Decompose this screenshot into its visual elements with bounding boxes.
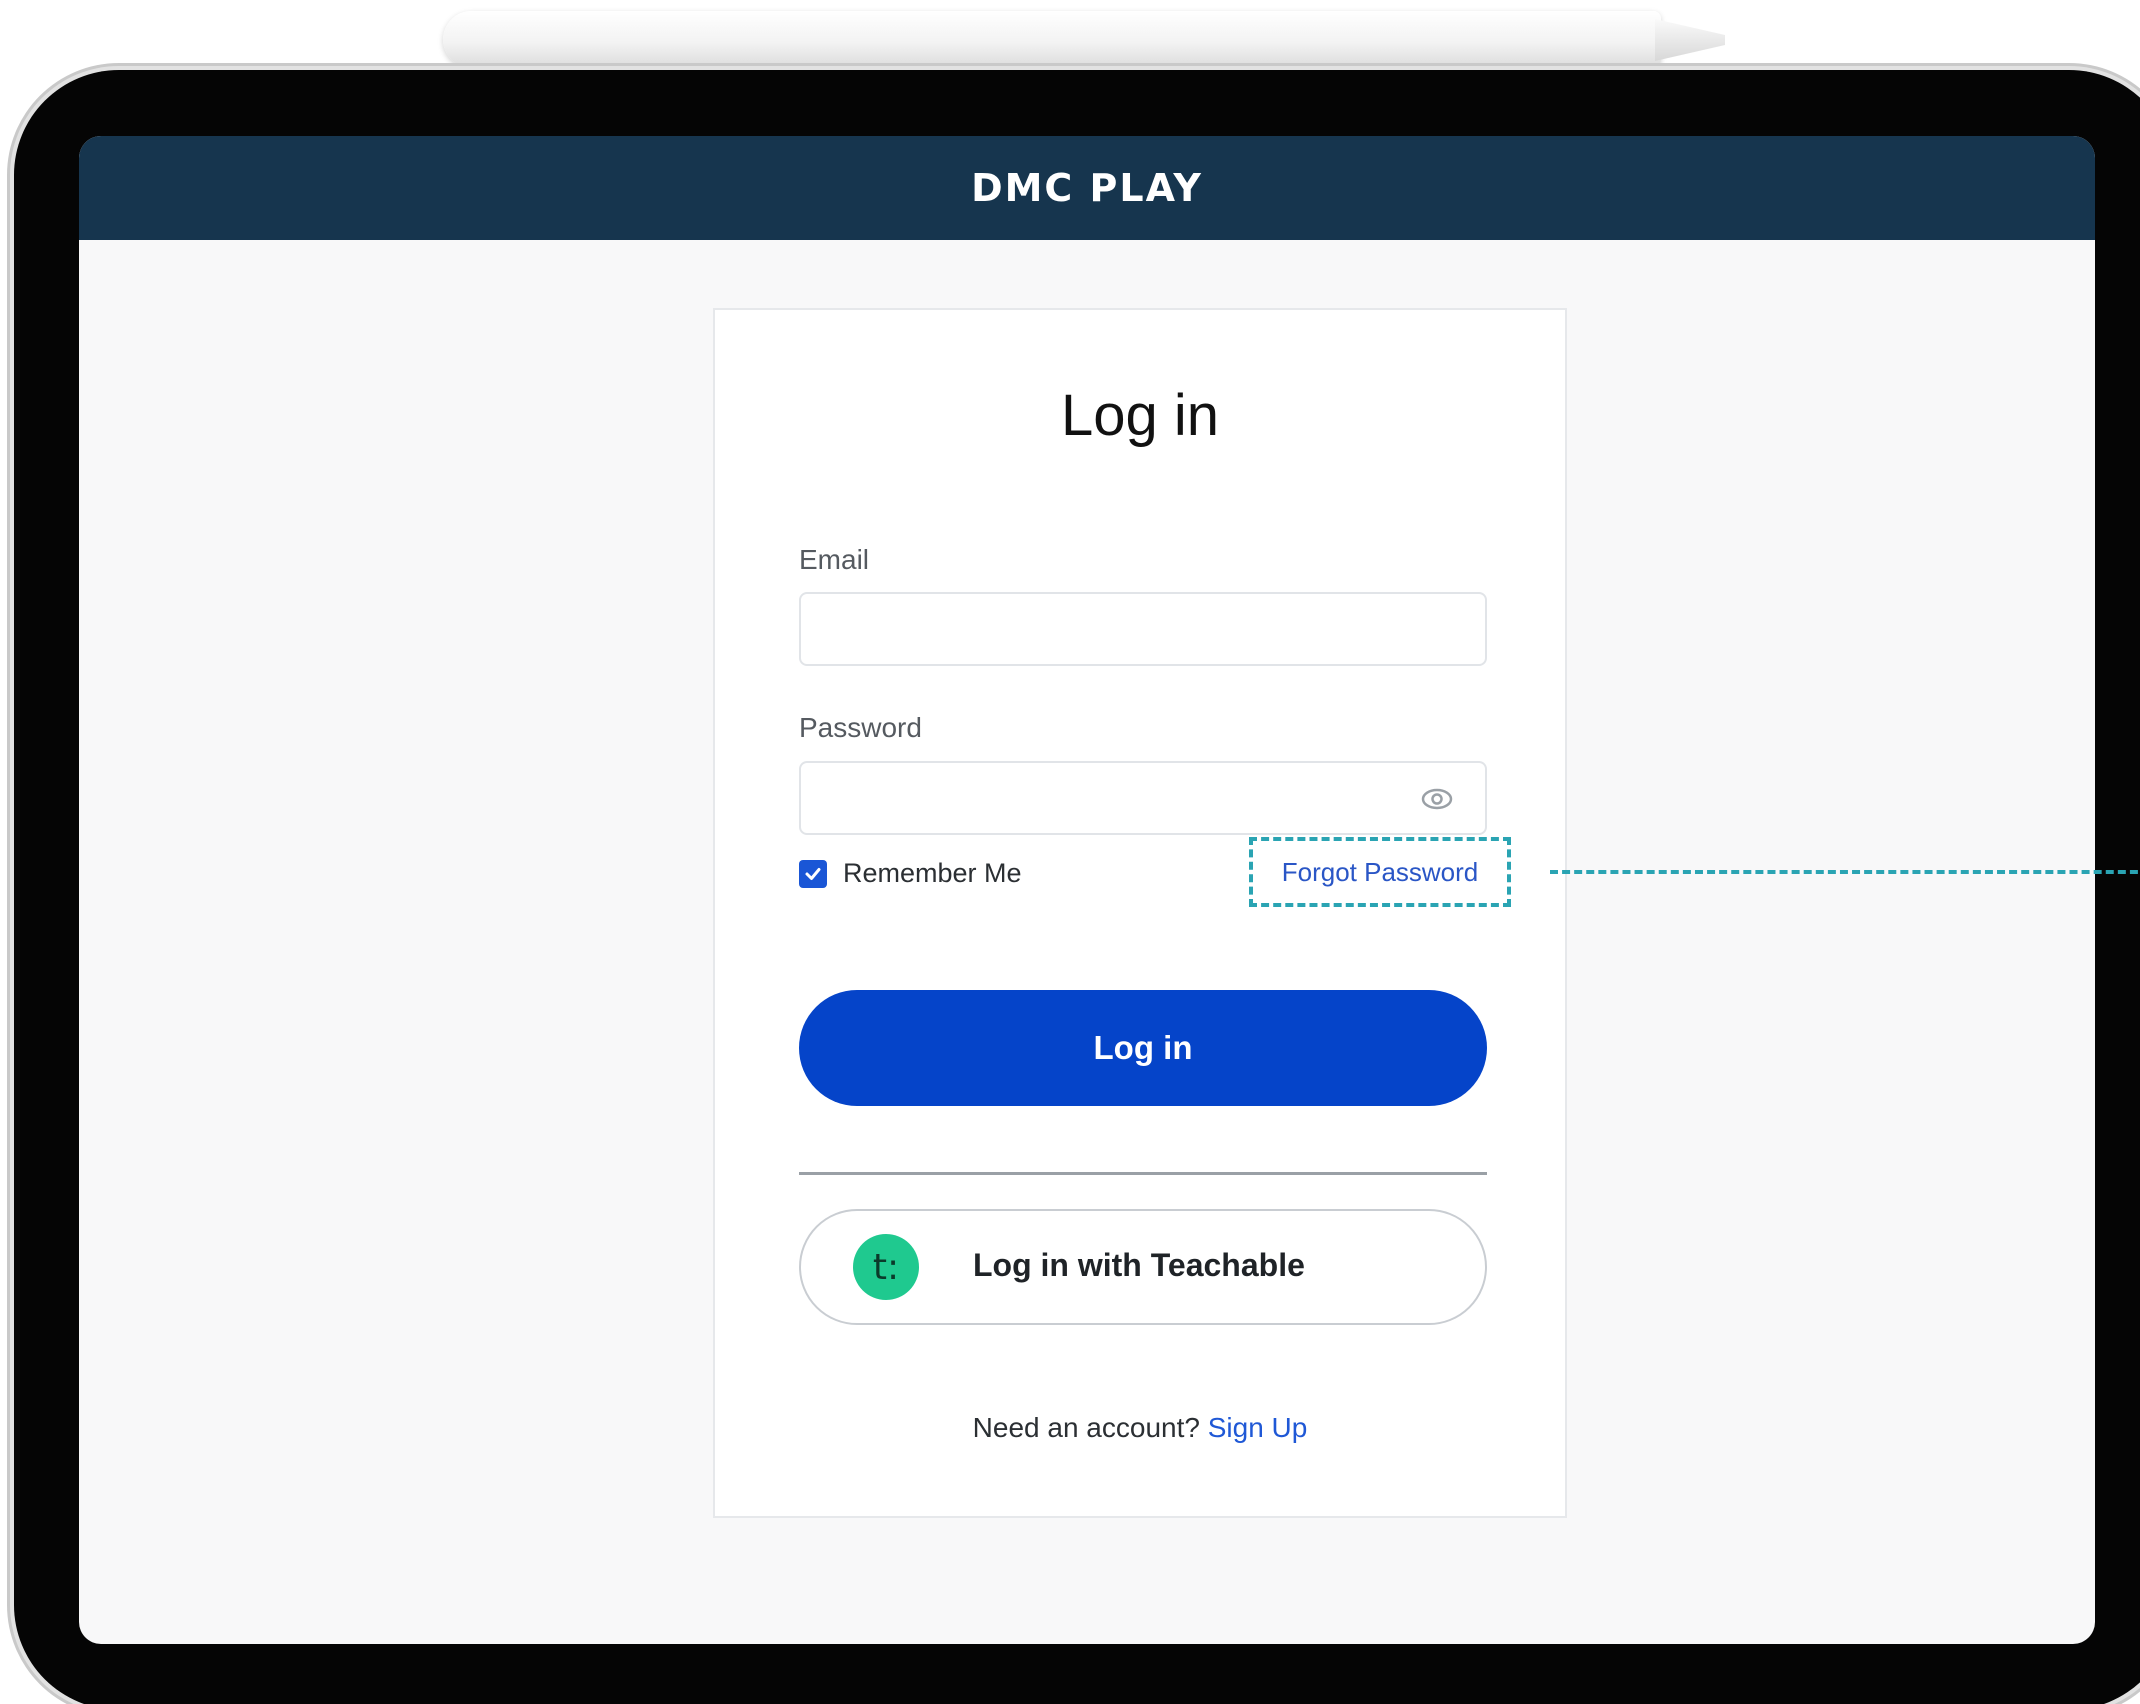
annotation-dashed-line (1550, 870, 2140, 874)
login-card: Log in Email Password Remember Me Forgot… (713, 308, 1567, 1518)
password-label: Password (799, 712, 922, 743)
email-label: Email (799, 544, 870, 575)
screen: DMC PLAY Log in Email Password Remember … (79, 136, 2095, 1644)
signup-prompt: Need an account? (972, 1412, 1200, 1443)
login-button[interactable]: Log in (799, 990, 1487, 1106)
teachable-logo-icon: t: (853, 1234, 919, 1300)
stage: DMC PLAY Log in Email Password Remember … (0, 0, 2140, 1704)
forgot-password-link[interactable]: Forgot Password (1249, 837, 1511, 907)
page-title: Log in (1060, 383, 1220, 448)
password-field[interactable] (799, 761, 1487, 835)
pencil-tip (1655, 19, 1725, 61)
signup-row: Need an account? Sign Up (715, 1412, 1565, 1444)
divider (799, 1172, 1487, 1175)
signup-link[interactable]: Sign Up (1208, 1412, 1308, 1443)
check-icon (805, 867, 821, 880)
teachable-login-label: Log in with Teachable (973, 1247, 1305, 1283)
email-field[interactable] (799, 592, 1487, 666)
remember-me-checkbox[interactable] (799, 859, 827, 888)
top-header: DMC PLAY (79, 136, 2095, 240)
dmc-play-logo[interactable]: DMC PLAY (971, 166, 1203, 210)
apple-pencil (443, 11, 1661, 68)
teachable-login-button[interactable]: t: Log in with Teachable (799, 1209, 1487, 1325)
remember-me-label[interactable]: Remember Me (843, 858, 1022, 889)
remember-me-row: Remember Me (799, 858, 1022, 889)
eye-icon[interactable] (1421, 785, 1453, 813)
